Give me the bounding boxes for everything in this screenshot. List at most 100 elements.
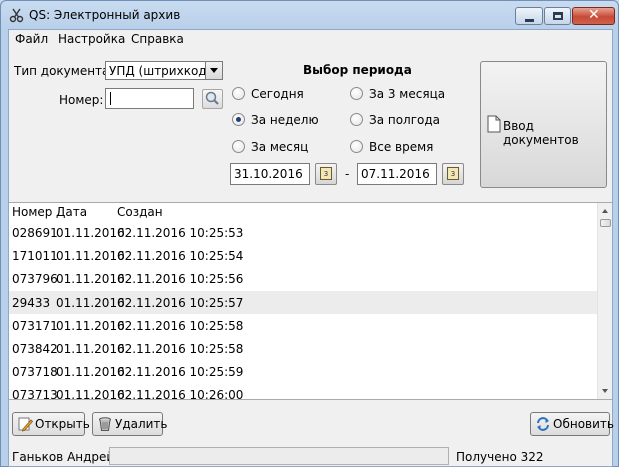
radio-3-months[interactable]	[350, 87, 363, 100]
documents-table: Номер Дата Создан 028691 01.11.2016 02.11.…	[9, 202, 612, 400]
cell-number: 028691	[12, 226, 58, 240]
radio-3-months-label[interactable]: За 3 месяца	[369, 87, 445, 101]
table-row[interactable]: 073842 01.11.2016 02.11.2016 10:25:58	[9, 337, 597, 360]
minimize-icon	[525, 19, 534, 22]
delete-button[interactable]: Удалить	[92, 412, 168, 436]
vertical-scrollbar[interactable]	[597, 203, 612, 399]
scroll-thumb[interactable]	[600, 219, 611, 227]
document-icon	[487, 115, 501, 133]
app-scissors-icon	[9, 8, 24, 23]
doc-type-select[interactable]: УПД (штрихкод)	[105, 61, 223, 80]
date-from-calendar-button[interactable]: 3	[315, 163, 337, 185]
cell-created: 02.11.2016 10:25:56	[117, 272, 244, 287]
table-row[interactable]: 073713 01.11.2016 02.11.2016 10:26:00	[9, 383, 597, 400]
cell-date: 01.11.2016	[56, 342, 125, 356]
menu-help[interactable]: Справка	[131, 32, 184, 46]
date-to-input[interactable]: 07.11.2016	[357, 163, 437, 185]
date-separator: -	[345, 167, 350, 181]
cell-created: 02.11.2016 10:25:58	[117, 318, 244, 333]
table-row[interactable]: 073718 01.11.2016 02.11.2016 10:25:59	[9, 360, 597, 383]
cell-created: 02.11.2016 10:25:53	[117, 226, 244, 240]
menu-file[interactable]: Файл	[15, 32, 48, 46]
cell-number: 073713	[12, 388, 58, 400]
cell-date: 01.11.2016	[56, 318, 125, 333]
radio-today[interactable]	[232, 87, 245, 100]
number-input[interactable]	[105, 88, 194, 109]
title-bar[interactable]: QS: Электронный архив ✕	[1, 1, 618, 29]
radio-all-time-label[interactable]: Все время	[369, 140, 433, 154]
scroll-down-icon[interactable]	[602, 389, 608, 393]
refresh-icon	[537, 417, 549, 431]
status-bar: Ганьков Андрей Получено 322 документа.	[9, 446, 612, 467]
cell-created: 02.11.2016 10:25:57	[117, 295, 244, 310]
status-progress-panel	[109, 447, 449, 465]
table-row[interactable]: 29433 01.11.2016 02.11.2016 10:25:57	[9, 290, 597, 314]
maximize-button[interactable]	[544, 7, 571, 25]
cell-created: 02.11.2016 10:26:00	[117, 388, 244, 400]
period-title: Выбор периода	[303, 63, 412, 77]
close-icon: ✕	[588, 7, 600, 23]
header-number[interactable]: Номер	[12, 205, 52, 219]
magnifier-icon	[205, 91, 219, 105]
header-created[interactable]: Создан	[117, 205, 163, 219]
cell-created: 02.11.2016 10:25:59	[117, 365, 244, 380]
cell-date: 01.11.2016	[56, 295, 125, 310]
number-label: Номер:	[59, 93, 104, 107]
refresh-label: Обновить	[553, 417, 614, 431]
radio-half-year[interactable]	[350, 113, 363, 126]
cell-number: 073718	[12, 365, 58, 380]
scroll-up-icon[interactable]	[602, 209, 608, 213]
text-caret	[110, 92, 111, 105]
table-row[interactable]: 028691 01.11.2016 02.11.2016 10:25:53	[9, 221, 597, 244]
calendar-icon: 3	[447, 167, 459, 180]
open-button[interactable]: Открыть	[12, 412, 90, 436]
trash-icon	[99, 417, 111, 431]
window-title: QS: Электронный архив	[29, 8, 181, 22]
cell-number: 073171	[12, 318, 58, 333]
menu-bar: Файл Настройка Справка	[9, 30, 612, 48]
doc-type-value: УПД (штрихкод)	[109, 64, 212, 78]
input-documents-button[interactable]: Ввод документов	[480, 61, 607, 188]
cell-date: 01.11.2016	[56, 365, 125, 380]
doc-type-label: Тип документа:	[14, 64, 114, 78]
minimize-button[interactable]	[515, 7, 543, 25]
table-row[interactable]: 073171 01.11.2016 02.11.2016 10:25:58	[9, 314, 597, 337]
cell-number: 073842	[12, 342, 58, 356]
cell-date: 01.11.2016	[56, 249, 125, 264]
search-button[interactable]	[202, 89, 223, 109]
status-user: Ганьков Андрей	[12, 450, 115, 464]
cell-number: 29433	[12, 295, 51, 310]
cell-number: 171011	[12, 249, 58, 264]
cell-created: 02.11.2016 10:25:54	[117, 249, 244, 264]
table-row[interactable]: 073796 01.11.2016 02.11.2016 10:25:56	[9, 267, 597, 290]
radio-week[interactable]	[232, 113, 245, 126]
open-label: Открыть	[35, 417, 90, 431]
pencil-icon	[18, 417, 33, 432]
date-from-input[interactable]: 31.10.2016	[230, 163, 310, 185]
radio-half-year-label[interactable]: За полгода	[369, 113, 440, 127]
radio-month-label[interactable]: За месяц	[251, 140, 308, 154]
radio-today-label[interactable]: Сегодня	[251, 87, 304, 101]
status-message: Получено 322 документа.	[456, 450, 544, 467]
radio-month[interactable]	[232, 140, 245, 153]
delete-label: Удалить	[115, 417, 168, 431]
date-to-calendar-button[interactable]: 3	[442, 163, 464, 185]
menu-settings[interactable]: Настройка	[58, 32, 125, 46]
chevron-down-icon[interactable]	[205, 62, 222, 79]
radio-week-label[interactable]: За неделю	[251, 113, 319, 127]
table-header: Номер Дата Создан	[9, 203, 597, 220]
cell-number: 073796	[12, 272, 58, 287]
cell-date: 01.11.2016	[56, 388, 125, 400]
close-button[interactable]: ✕	[572, 7, 615, 25]
main-panel: Файл Настройка Справка Тип документа: УП…	[8, 29, 614, 467]
refresh-button[interactable]: Обновить	[530, 412, 614, 436]
cell-date: 01.11.2016	[56, 272, 125, 287]
app-window: QS: Электронный архив ✕ Файл Настройка С…	[0, 0, 619, 467]
header-date[interactable]: Дата	[56, 205, 87, 219]
maximize-icon	[553, 12, 563, 20]
calendar-icon: 3	[320, 167, 332, 180]
cell-created: 02.11.2016 10:25:58	[117, 342, 244, 356]
input-documents-label: Ввод документов	[503, 119, 579, 147]
table-row[interactable]: 171011 01.11.2016 02.11.2016 10:25:54	[9, 244, 597, 267]
radio-all-time[interactable]	[350, 140, 363, 153]
